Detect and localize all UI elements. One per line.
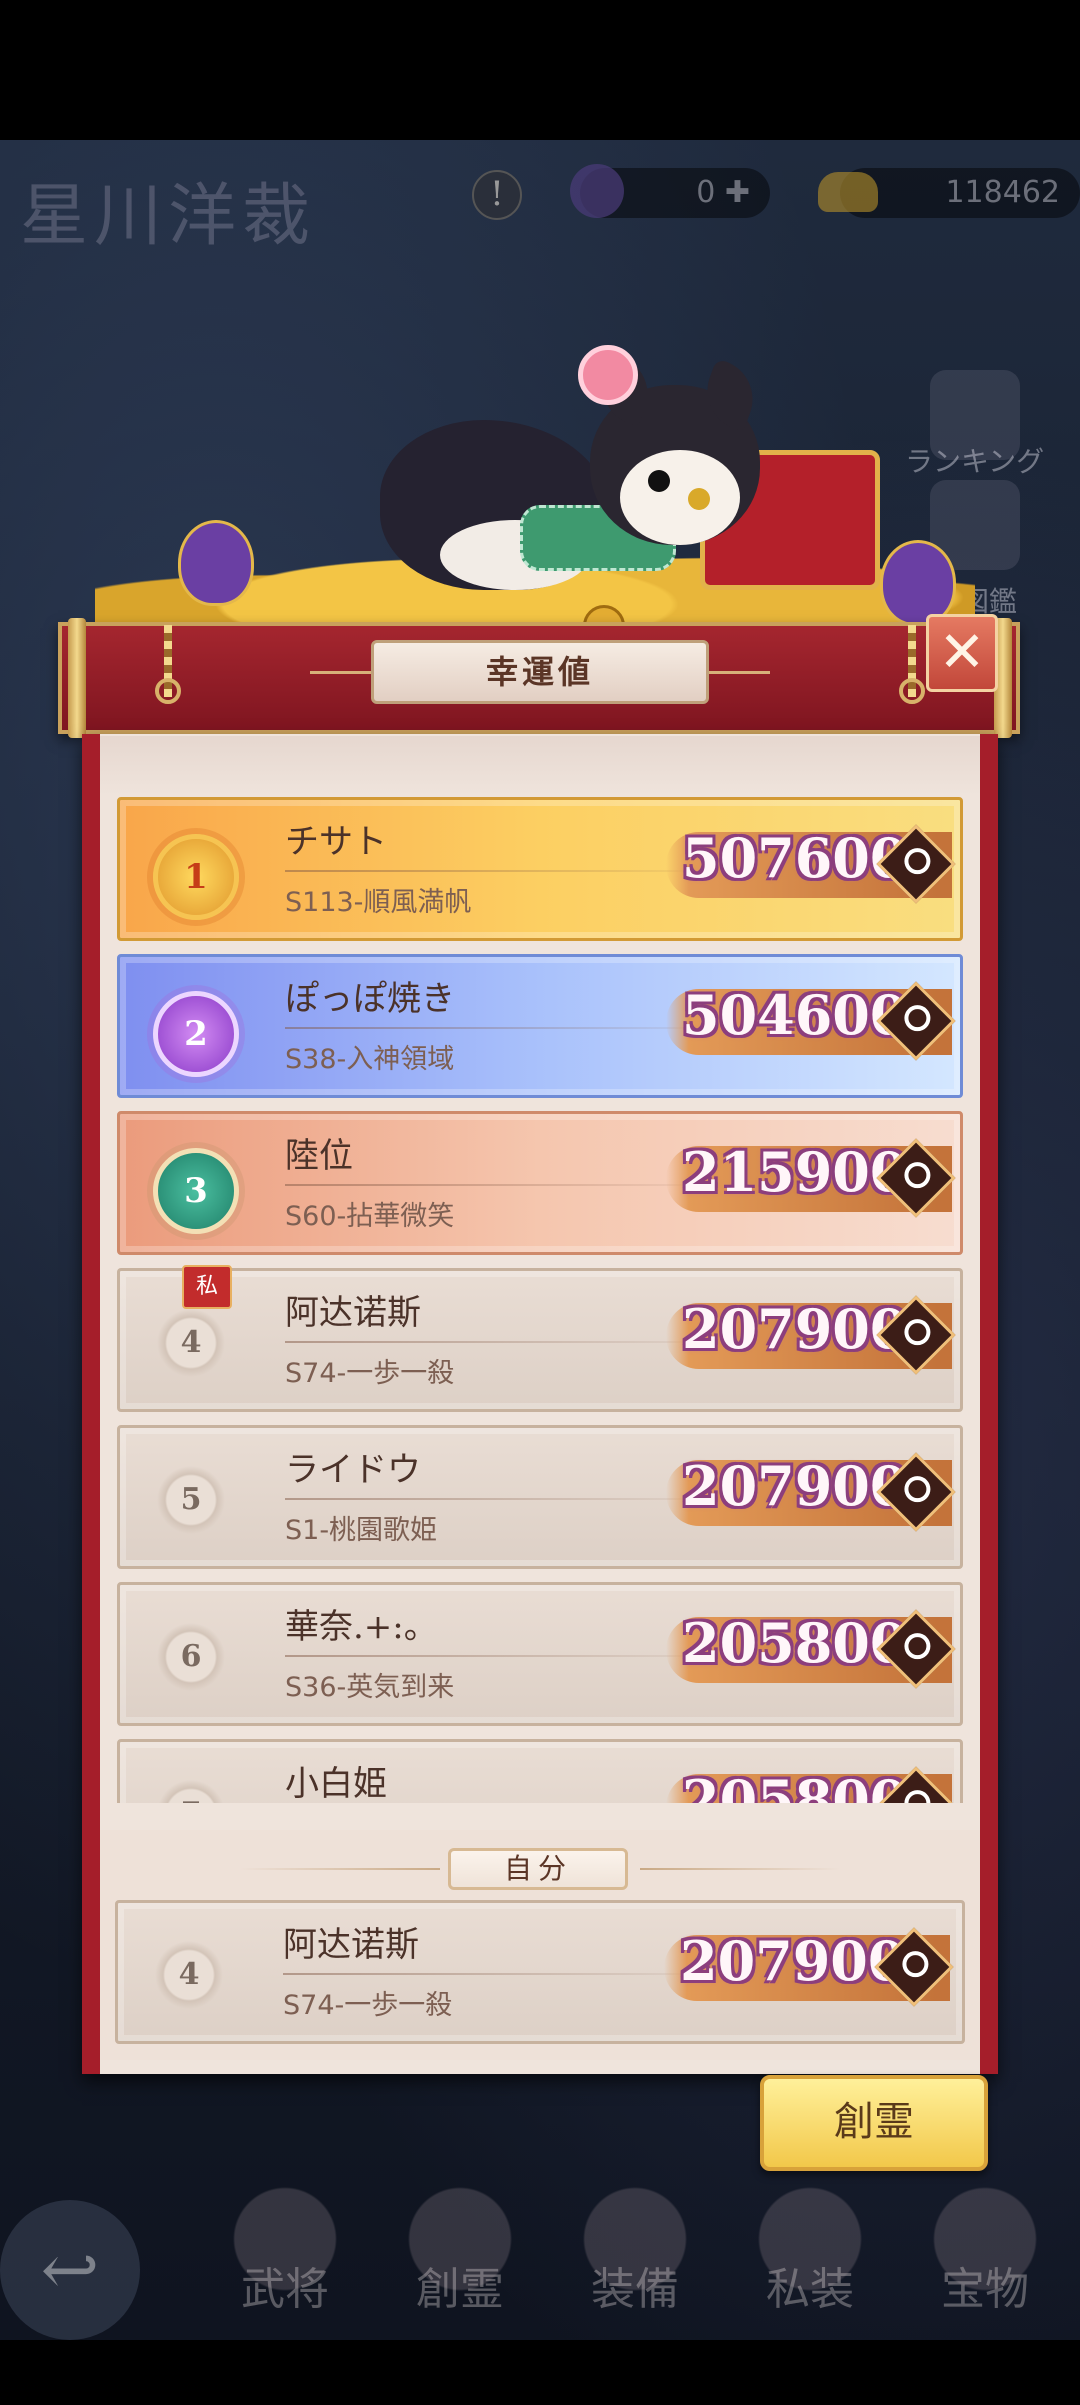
dog-eye [688,488,710,510]
ranking-list[interactable]: 1 チサト S113-順風満帆 507600 2 ぽっぽ焼き S38-入神領域 … [105,780,975,1803]
ranking-row-5[interactable]: 5 ライドウ S1-桃園歌姫 207900 [117,1425,963,1569]
player-server: S74-一歩一殺 [285,1358,455,1389]
dog-mascot-face [620,450,740,545]
self-rank-row[interactable]: 4 阿达诺斯 S74-一歩一殺 207900 [115,1900,965,2044]
nav-summon[interactable]: 創霊 [390,2175,530,2335]
rank-number: 4 [153,1305,229,1381]
luck-score: 207900 [682,1454,908,1518]
score-box: 205800 [666,1609,956,1689]
flower-hairpin-icon [578,345,638,405]
player-name: 小白姫 [285,1764,387,1803]
luck-score: 205800 [682,1768,908,1803]
ranking-row-2[interactable]: 2 ぽっぽ焼き S38-入神領域 504600 [117,954,963,1098]
section-ornament-left [240,1868,440,1870]
gem-add-icon[interactable]: ✚ [715,175,750,210]
score-box: 215900 [666,1138,956,1218]
player-server: S60-拈華微笑 [285,1201,455,1232]
rank-number: 5 [153,1462,229,1538]
player-server: S74-一歩一殺 [283,1990,453,2021]
gold-count: 118462 [945,175,1060,210]
rank-number: 4 [151,1937,227,2013]
score-box: 507600 [666,824,956,904]
ranking-row-4[interactable]: 私 4 阿达诺斯 S74-一歩一殺 207900 [117,1265,963,1412]
summon-button[interactable]: 創霊 [760,2075,988,2171]
player-name: 陸位 [285,1136,353,1176]
luck-score: 504600 [682,983,908,1047]
player-name: 阿达诺斯 [283,1925,419,1965]
score-box: 207900 [666,1295,956,1375]
score-box: 504600 [666,981,956,1061]
money-bag-icon [178,520,254,606]
rank-number: 6 [153,1619,229,1695]
score-box: 205800 [666,1766,956,1803]
gem-counter[interactable]: 0 ✚ [570,164,770,218]
gold-counter[interactable]: 118462 [818,168,1080,218]
ranking-row-3[interactable]: 3 陸位 S60-拈華微笑 215900 [117,1111,963,1255]
score-box: 207900 [666,1452,956,1532]
scroll-rod-left [68,618,86,738]
score-box: 207900 [664,1927,954,2007]
player-name: チサト [285,822,387,862]
luck-score: 205800 [682,1611,908,1675]
gem-icon [570,164,624,218]
game-logo: 星川洋裁 [20,177,317,256]
luck-score: 207900 [682,1297,908,1361]
player-name: ぽっぽ焼き [285,979,455,1019]
ranking-row-6[interactable]: 6 華奈.+:。 S36-英気到来 205800 [117,1582,963,1726]
self-section-title: 自分 [448,1848,628,1890]
rank-3-medal-icon: 3 [153,1148,239,1234]
rank-1-medal-icon: 1 [153,834,239,920]
panel-title: 幸運値 [371,640,709,704]
rope-ring [155,678,181,704]
player-server: S1-桃園歌姫 [285,1515,438,1546]
luck-score: 207900 [680,1929,906,1993]
ranking-button-label[interactable]: ランキング [905,440,1044,480]
dog-eye [648,470,670,492]
status-bar-area [0,0,1080,140]
alert-icon[interactable]: ! [472,170,522,220]
rank-2-medal-icon: 2 [153,991,239,1077]
gem-count: 0 [696,175,716,210]
nav-equipment[interactable]: 装備 [565,2175,705,2335]
close-icon: ✕ [938,620,986,685]
player-name: 華奈.+:。 [285,1607,438,1647]
player-server: S38-入神領域 [285,1044,455,1075]
private-tag-badge: 私 [182,1265,232,1309]
player-server: S113-順風満帆 [285,887,472,918]
back-button[interactable]: ↩ [0,2200,140,2340]
rope-ring [899,678,925,704]
rank-number: 7 [153,1776,229,1803]
player-name: 阿达诺斯 [285,1293,421,1333]
ranking-row-1[interactable]: 1 チサト S113-順風満帆 507600 [117,797,963,941]
nav-private-outfit[interactable]: 私装 [740,2175,880,2335]
ranking-row-7[interactable]: 7 小白姫 205800 [117,1739,963,1803]
player-server: S36-英気到来 [285,1672,455,1703]
player-name: ライドウ [285,1450,421,1490]
section-ornament-right [640,1868,840,1870]
gold-ingot-icon [818,172,878,212]
luck-score: 507600 [682,826,908,890]
nav-generals[interactable]: 武将 [215,2175,355,2335]
luck-score: 215900 [682,1140,908,1204]
nav-treasure[interactable]: 宝物 [915,2175,1055,2335]
close-button[interactable]: ✕ [926,614,998,692]
